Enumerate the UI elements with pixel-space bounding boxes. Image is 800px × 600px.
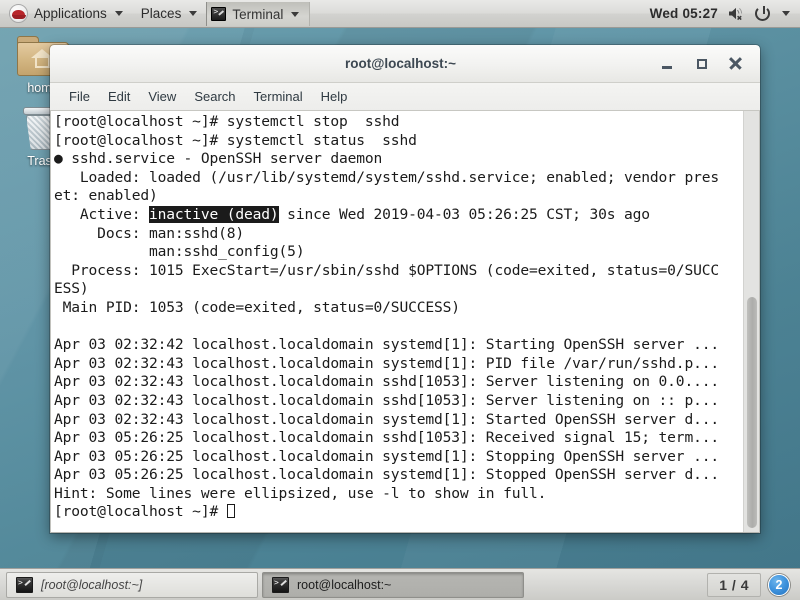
power-icon[interactable] xyxy=(755,6,770,21)
speaker-muted-icon[interactable] xyxy=(728,6,745,21)
desktop-screen: Applications Places Terminal Wed 05:27 xyxy=(0,0,800,600)
terminal-text: Apr 03 02:32:43 localhost.localdomain ss… xyxy=(54,391,719,409)
terminal-line: Docs: man:sshd(8) xyxy=(54,225,743,244)
terminal-text: [root@localhost ~]# systemctl stop sshd xyxy=(54,113,400,130)
terminal-text: [root@localhost ~]# xyxy=(54,503,227,521)
system-tray: Wed 05:27 xyxy=(650,0,800,27)
terminal-line: Hint: Some lines were ellipsized, use -l… xyxy=(54,485,743,504)
terminal-line: Loaded: loaded (/usr/lib/systemd/system/… xyxy=(54,169,743,188)
chevron-down-icon xyxy=(291,11,300,17)
terminal-text: Apr 03 02:32:43 localhost.localdomain sy… xyxy=(54,410,719,428)
applications-menu[interactable]: Applications xyxy=(0,0,132,27)
taskbar-item-label: [root@localhost:~] xyxy=(41,577,143,592)
menu-item-search[interactable]: Search xyxy=(185,87,244,106)
workspace-switcher[interactable]: 1 / 4 2 xyxy=(707,572,794,597)
terminal-line: Apr 03 02:32:43 localhost.localdomain sy… xyxy=(54,355,743,374)
redhat-logo-icon xyxy=(9,4,28,23)
terminal-text: Hint: Some lines were ellipsized, use -l… xyxy=(54,484,547,502)
chevron-down-icon xyxy=(189,11,198,16)
terminal-line: Apr 03 05:26:25 localhost.localdomain sy… xyxy=(54,448,743,467)
bottom-panel: [root@localhost:~] root@localhost:~ 1 / … xyxy=(0,568,800,600)
terminal-text: Apr 03 05:26:25 localhost.localdomain sy… xyxy=(54,466,719,484)
minimize-icon[interactable] xyxy=(659,55,676,72)
workspace-badge[interactable]: 2 xyxy=(768,573,790,596)
terminal-text: Loaded: loaded (/usr/lib/systemd/system/… xyxy=(54,168,719,186)
terminal-line: Apr 03 02:32:42 localhost.localdomain sy… xyxy=(54,336,743,355)
menu-item-terminal[interactable]: Terminal xyxy=(245,87,312,106)
terminal-text: ● sshd.service - OpenSSH server daemon xyxy=(54,150,383,168)
menu-item-help[interactable]: Help xyxy=(312,87,357,106)
terminal-icon xyxy=(272,576,289,593)
close-icon[interactable] xyxy=(727,55,744,72)
terminal-highlighted-text: inactive (dead) xyxy=(149,205,279,223)
terminal-line: [root@localhost ~]# systemctl stop sshd xyxy=(54,113,743,132)
panel-spacer xyxy=(310,0,649,27)
terminal-text: Apr 03 05:26:25 localhost.localdomain ss… xyxy=(54,429,719,447)
taskbar-item-active[interactable]: root@localhost:~ xyxy=(262,571,524,598)
terminal-window: root@localhost:~ File Edit View Search T… xyxy=(50,45,760,533)
maximize-icon[interactable] xyxy=(693,55,710,72)
places-menu-label: Places xyxy=(140,6,182,21)
terminal-output[interactable]: [root@localhost ~]# systemctl stop sshd[… xyxy=(51,111,743,532)
chevron-down-icon[interactable] xyxy=(782,11,790,16)
terminal-line: Apr 03 02:32:43 localhost.localdomain ss… xyxy=(54,373,743,392)
terminal-line: Apr 03 05:26:25 localhost.localdomain sy… xyxy=(54,466,743,485)
window-controls xyxy=(659,55,760,72)
terminal-scrollbar-thumb[interactable] xyxy=(747,297,757,528)
terminal-line: Apr 03 02:32:43 localhost.localdomain sy… xyxy=(54,411,743,430)
terminal-text: Apr 03 02:32:43 localhost.localdomain ss… xyxy=(54,373,719,391)
terminal-text: Apr 03 02:32:43 localhost.localdomain sy… xyxy=(54,354,719,372)
terminal-icon xyxy=(211,6,227,21)
terminal-text: Docs: man:sshd(8) xyxy=(54,224,244,242)
window-title: root@localhost:~ xyxy=(344,56,457,71)
terminal-line: ● sshd.service - OpenSSH server daemon xyxy=(54,150,743,169)
terminal-line: ESS) xyxy=(54,280,743,299)
terminal-cursor xyxy=(226,504,236,519)
terminal-line: [root@localhost ~]# xyxy=(54,503,743,522)
terminal-text: ESS) xyxy=(54,280,89,298)
places-menu[interactable]: Places xyxy=(132,0,207,27)
workspace-count-label: 1 / 4 xyxy=(707,572,761,597)
terminal-text: Apr 03 02:32:42 localhost.localdomain sy… xyxy=(54,336,719,354)
terminal-line: Apr 03 02:32:43 localhost.localdomain ss… xyxy=(54,392,743,411)
chevron-down-icon xyxy=(114,11,123,16)
menu-bar: File Edit View Search Terminal Help xyxy=(50,83,760,111)
terminal-line: Apr 03 05:26:25 localhost.localdomain ss… xyxy=(54,429,743,448)
menu-item-view[interactable]: View xyxy=(139,87,185,106)
taskbar-item-minimized[interactable]: [root@localhost:~] xyxy=(6,571,258,598)
terminal-icon xyxy=(16,576,33,593)
terminal-line: Active: inactive (dead) since Wed 2019-0… xyxy=(54,205,743,225)
terminal-text: Apr 03 05:26:25 localhost.localdomain sy… xyxy=(54,447,719,465)
terminal-text: since Wed 2019-04-03 05:26:25 CST; 30s a… xyxy=(278,205,650,223)
terminal-line: Process: 1015 ExecStart=/usr/sbin/sshd $… xyxy=(54,262,743,281)
terminal-text: Main PID: 1053 (code=exited, status=0/SU… xyxy=(54,298,460,316)
top-panel-window-label: Terminal xyxy=(232,6,284,22)
top-panel: Applications Places Terminal Wed 05:27 xyxy=(0,0,800,28)
taskbar-item-label: root@localhost:~ xyxy=(297,577,392,592)
terminal-line: Main PID: 1053 (code=exited, status=0/SU… xyxy=(54,299,743,318)
terminal-text: [root@localhost ~]# systemctl status ssh… xyxy=(54,131,417,149)
terminal-line: man:sshd_config(5) xyxy=(54,243,743,262)
terminal-text: Active: xyxy=(54,205,149,223)
window-title-bar[interactable]: root@localhost:~ xyxy=(50,45,760,83)
terminal-line: [root@localhost ~]# systemctl status ssh… xyxy=(54,132,743,151)
terminal-text: et: enabled) xyxy=(54,187,158,205)
top-panel-window-menu[interactable]: Terminal xyxy=(206,2,311,26)
terminal-scrollbar[interactable] xyxy=(743,111,759,532)
terminal-text: man:sshd_config(5) xyxy=(54,243,305,261)
terminal-text: Process: 1015 ExecStart=/usr/sbin/sshd $… xyxy=(54,261,719,279)
terminal-line: et: enabled) xyxy=(54,187,743,206)
terminal-body[interactable]: [root@localhost ~]# systemctl stop sshd[… xyxy=(50,111,760,533)
clock[interactable]: Wed 05:27 xyxy=(650,6,718,21)
menu-item-file[interactable]: File xyxy=(60,87,99,106)
applications-menu-label: Applications xyxy=(34,6,107,21)
menu-item-edit[interactable]: Edit xyxy=(99,87,139,106)
